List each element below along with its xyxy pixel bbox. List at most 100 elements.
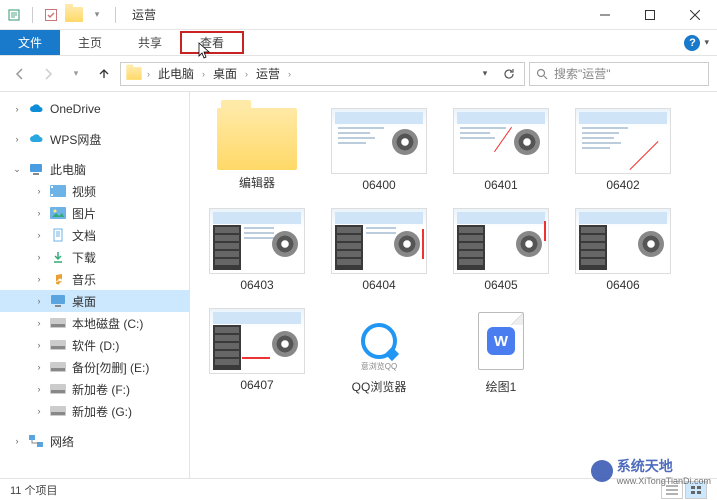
list-item[interactable]: 06400: [320, 104, 438, 196]
chevron-right-icon[interactable]: ›: [202, 69, 205, 79]
back-button[interactable]: [8, 62, 32, 86]
sidebar-item-desktop[interactable]: ›桌面: [0, 290, 189, 312]
drive-icon: [50, 359, 66, 375]
close-button[interactable]: [672, 0, 717, 30]
item-label: 绘图1: [486, 378, 517, 395]
sidebar-item-drive-g[interactable]: ›新加卷 (G:): [0, 400, 189, 422]
item-label: 06402: [606, 178, 639, 192]
sidebar-item-wps[interactable]: › WPS网盘: [0, 128, 189, 150]
collapse-icon[interactable]: ⌄: [12, 164, 22, 175]
sidebar-item-network[interactable]: ›网络: [0, 430, 189, 452]
music-icon: [50, 271, 66, 287]
search-icon: [536, 68, 548, 80]
item-label: 06406: [606, 278, 639, 292]
address-dropdown[interactable]: ▾: [474, 63, 496, 85]
sidebar-item-drive-e[interactable]: ›备份[勿删] (E:): [0, 356, 189, 378]
sidebar-label: 软件 (D:): [72, 337, 119, 354]
chevron-right-icon[interactable]: ›: [147, 69, 150, 79]
list-item[interactable]: 06402: [564, 104, 682, 196]
sidebar-label: 网络: [50, 433, 74, 450]
drive-icon: [50, 403, 66, 419]
breadcrumb-root[interactable]: 此电脑: [154, 65, 198, 82]
list-item[interactable]: 06406: [564, 204, 682, 296]
thumbnail: [575, 208, 671, 274]
sidebar-item-music[interactable]: ›音乐: [0, 268, 189, 290]
video-icon: [50, 183, 66, 199]
qat-dropdown-icon[interactable]: ▾: [89, 7, 105, 23]
sidebar-label: WPS网盘: [50, 131, 101, 148]
list-item[interactable]: W 绘图1: [442, 304, 560, 399]
thumbnail: [209, 308, 305, 374]
sidebar-item-downloads[interactable]: ›下载: [0, 246, 189, 268]
quick-access-toolbar: ▾ 运营: [0, 6, 156, 23]
item-label: 06403: [240, 278, 273, 292]
thumbnail: [331, 108, 427, 174]
sidebar-item-drive-c[interactable]: ›本地磁盘 (C:): [0, 312, 189, 334]
list-item[interactable]: 06401: [442, 104, 560, 196]
list-item[interactable]: 06403: [198, 204, 316, 296]
thumbnail: [453, 108, 549, 174]
forward-button[interactable]: [36, 62, 60, 86]
checkbox-icon[interactable]: [43, 7, 59, 23]
expand-icon[interactable]: ›: [12, 134, 22, 144]
item-label: 06405: [484, 278, 517, 292]
chevron-right-icon[interactable]: ›: [288, 69, 291, 79]
sidebar-label: 新加卷 (G:): [72, 403, 132, 420]
computer-icon: [28, 161, 44, 177]
file-view[interactable]: 编辑器 06400 06401: [190, 92, 717, 478]
item-count: 11 个项目: [10, 482, 57, 498]
refresh-button[interactable]: [498, 63, 520, 85]
item-label: 06407: [240, 378, 273, 392]
address-bar[interactable]: › 此电脑 › 桌面 › 运营 › ▾: [120, 62, 525, 86]
sidebar-item-onedrive[interactable]: › OneDrive: [0, 98, 189, 120]
sidebar-item-videos[interactable]: ›视频: [0, 180, 189, 202]
sidebar-item-thispc[interactable]: ⌄ 此电脑: [0, 158, 189, 180]
window-title: 运营: [132, 6, 156, 23]
drive-icon: [50, 337, 66, 353]
item-label: 06400: [362, 178, 395, 192]
up-button[interactable]: [92, 62, 116, 86]
list-item[interactable]: 编辑器: [198, 104, 316, 196]
navigation-pane[interactable]: › OneDrive › WPS网盘 ⌄ 此电脑 ›视频 ›图片 ›文档 ›下载…: [0, 92, 190, 478]
list-item[interactable]: 意浏览QQ QQ浏览器: [320, 304, 438, 399]
sidebar-item-pictures[interactable]: ›图片: [0, 202, 189, 224]
chevron-right-icon[interactable]: ›: [245, 69, 248, 79]
search-input[interactable]: 搜索"运营": [529, 62, 709, 86]
app-icon: 意浏览QQ: [331, 308, 427, 374]
navigation-toolbar: ▾ › 此电脑 › 桌面 › 运营 › ▾ 搜索"运营": [0, 56, 717, 92]
thumbnail: [209, 208, 305, 274]
list-item[interactable]: 06405: [442, 204, 560, 296]
thumbnail: [331, 208, 427, 274]
help-button[interactable]: ? ▾: [676, 30, 717, 55]
breadcrumb-seg2[interactable]: 运营: [252, 65, 284, 82]
item-grid: 编辑器 06400 06401: [198, 104, 709, 399]
minimize-button[interactable]: [582, 0, 627, 30]
sidebar-label: 备份[勿删] (E:): [72, 359, 149, 376]
sidebar-label: OneDrive: [50, 102, 101, 116]
recent-dropdown[interactable]: ▾: [64, 62, 88, 86]
expand-icon[interactable]: ›: [12, 104, 22, 114]
tab-home[interactable]: 主页: [60, 30, 120, 55]
list-item[interactable]: 06404: [320, 204, 438, 296]
breadcrumb-seg1[interactable]: 桌面: [209, 65, 241, 82]
item-label: 06401: [484, 178, 517, 192]
sidebar-label: 音乐: [72, 271, 96, 288]
titlebar: ▾ 运营: [0, 0, 717, 30]
item-label: 06404: [362, 278, 395, 292]
help-icon: ?: [684, 35, 700, 51]
sidebar-item-drive-d[interactable]: ›软件 (D:): [0, 334, 189, 356]
download-icon: [50, 249, 66, 265]
properties-icon[interactable]: [6, 7, 22, 23]
watermark-text: 系统天地: [617, 456, 711, 476]
list-item[interactable]: 06407: [198, 304, 316, 399]
sidebar-item-documents[interactable]: ›文档: [0, 224, 189, 246]
maximize-button[interactable]: [627, 0, 672, 30]
separator: [32, 7, 33, 23]
tab-file[interactable]: 文件: [0, 30, 60, 55]
desktop-icon: [50, 293, 66, 309]
sidebar-item-drive-f[interactable]: ›新加卷 (F:): [0, 378, 189, 400]
folder-icon[interactable]: [65, 7, 83, 22]
tab-share[interactable]: 共享: [120, 30, 180, 55]
tab-view[interactable]: 查看: [180, 31, 244, 54]
item-label: 编辑器: [239, 174, 275, 191]
